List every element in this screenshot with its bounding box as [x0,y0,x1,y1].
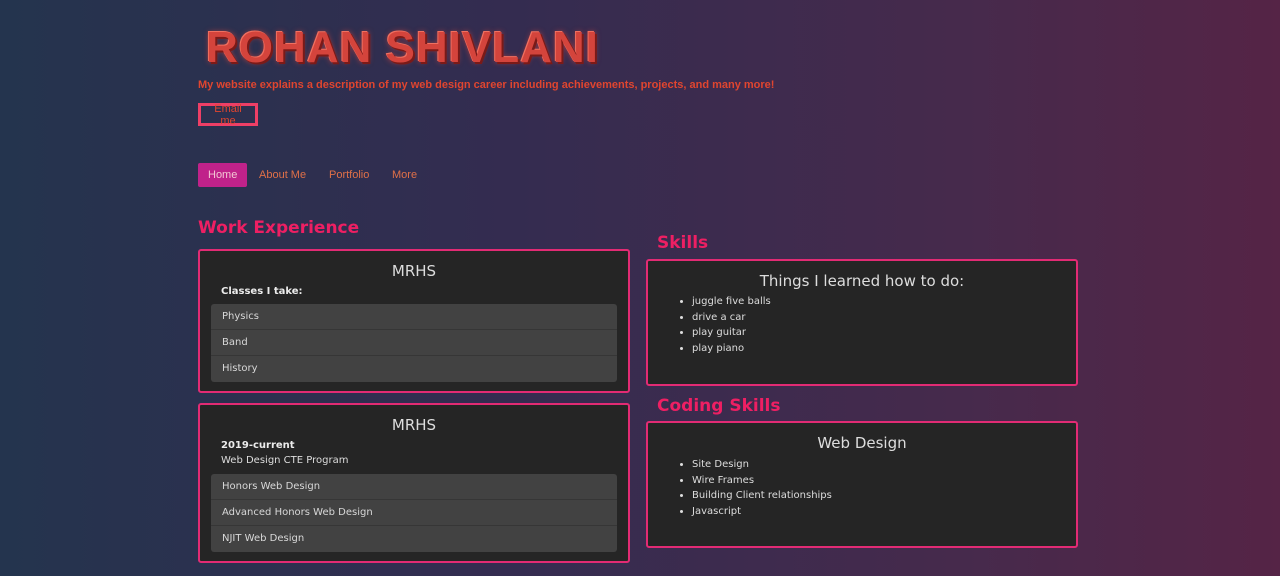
coding-skills-card: Web Design Site Design Wire Frames Build… [646,421,1078,548]
coding-skills-heading: Coding Skills [657,396,781,416]
list-item: Physics [211,304,617,330]
email-me-button[interactable]: Email me [198,103,258,127]
list-item: play guitar [692,325,771,341]
list-item: juggle five balls [692,294,771,310]
list-item: Site Design [692,457,832,473]
list-item: Building Client relationships [692,488,832,504]
list-item: drive a car [692,310,771,326]
skills-list: juggle five balls drive a car play guita… [676,294,771,356]
list-item: Javascript [692,504,832,520]
work-card-classes: MRHS Classes I take: Physics Band Histor… [198,249,630,393]
list-item: NJIT Web Design [222,533,305,544]
list-item: Band [211,330,617,356]
list-item: History [222,363,258,374]
card-title: Things I learned how to do: [759,272,965,290]
skills-card: Things I learned how to do: juggle five … [646,259,1078,386]
card-title: MRHS [391,416,437,434]
card-title: MRHS [391,262,437,280]
work-card-program: MRHS 2019-current Web Design CTE Program… [198,403,630,563]
classes-list: Physics Band History [211,304,617,382]
list-item: Advanced Honors Web Design [211,500,617,526]
list-item: Wire Frames [692,473,832,489]
list-item: play piano [692,341,771,357]
card-title: Web Design [817,434,907,452]
nav-portfolio[interactable]: Portfolio [329,163,369,187]
program-list: Honors Web Design Advanced Honors Web De… [211,474,617,552]
nav-home[interactable]: Home [198,163,248,187]
card-text: Web Design CTE Program [221,455,349,466]
list-item: Honors Web Design [211,474,617,500]
card-subheading: Classes I take: [221,286,303,297]
work-experience-heading: Work Experience [198,218,360,238]
skills-heading: Skills [657,233,709,253]
nav-more[interactable]: More [392,163,417,187]
site-logo: ROHAN SHIVLANI [206,23,599,72]
coding-skills-list: Site Design Wire Frames Building Client … [676,457,832,519]
nav-about-me[interactable]: About Me [259,163,306,187]
tagline: My website explains a description of my … [198,79,775,91]
card-subheading: 2019-current [221,440,295,451]
